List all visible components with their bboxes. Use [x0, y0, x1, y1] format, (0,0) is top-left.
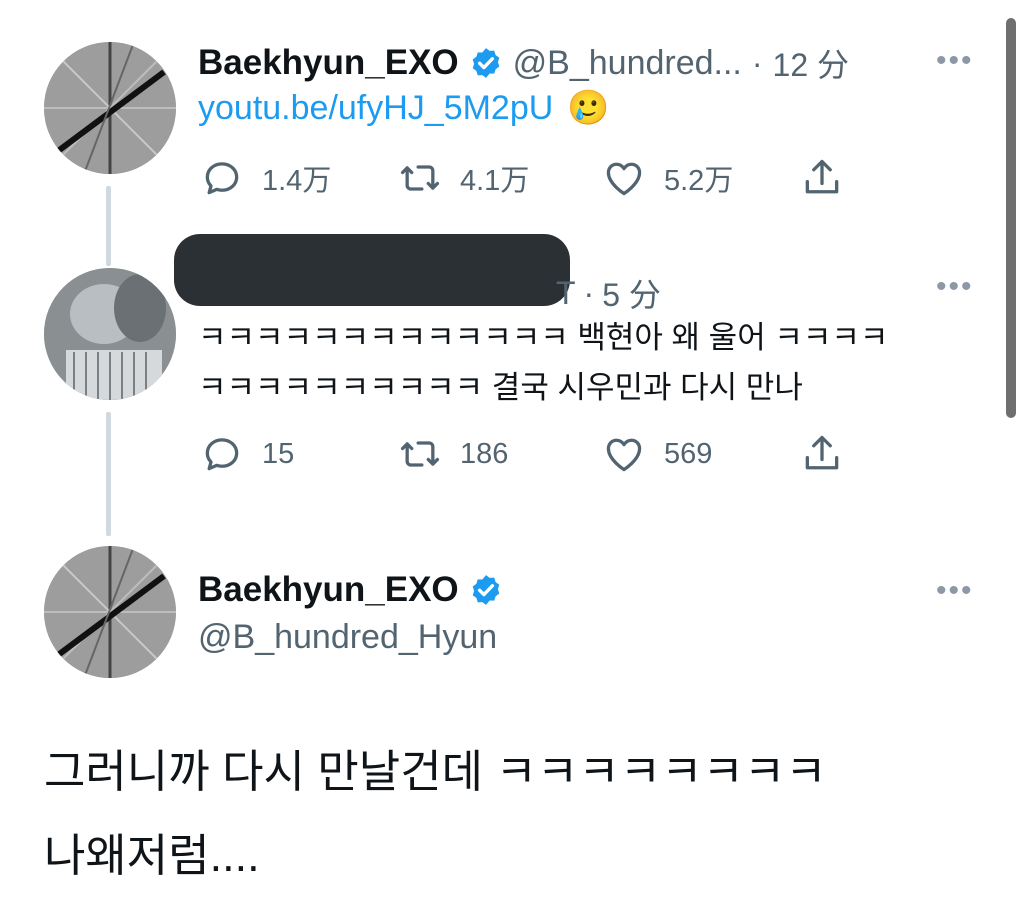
tweet-text-line: ㅋㅋㅋㅋㅋㅋㅋㅋㅋㅋ 결국 시우민과 다시 만나: [198, 370, 803, 405]
tweet-header: Baekhyun_EXO: [198, 570, 503, 610]
author-name[interactable]: Baekhyun_EXO: [198, 570, 459, 610]
emoji: 🥲: [567, 89, 610, 127]
more-options-icon[interactable]: •••: [936, 270, 974, 304]
avatar[interactable]: [44, 546, 176, 678]
share-icon: [805, 159, 839, 194]
tweet-time[interactable]: 12 分: [773, 40, 850, 86]
share-button[interactable]: [800, 432, 844, 476]
reply-count: 15: [262, 437, 295, 470]
author-name[interactable]: Baekhyun_EXO: [198, 43, 459, 83]
verified-badge-icon: [472, 48, 499, 78]
author-handle[interactable]: @B_hundred...: [513, 44, 742, 83]
share-button[interactable]: [800, 156, 844, 200]
tweet-content: youtu.be/ufyHJ_5M2pU 🥲: [198, 88, 610, 128]
tweet-text-line: 그러니까 다시 만날건데 ㅋㅋㅋㅋㅋㅋㅋㅋ: [44, 746, 827, 797]
thread-connector-line: [106, 186, 111, 266]
tweet-text-line: 나왜저럼....: [44, 830, 260, 881]
retweet-button[interactable]: 186: [398, 432, 508, 476]
tweet-text-line: ㅋㅋㅋㅋㅋㅋㅋㅋㅋㅋㅋㅋㅋ 백현아 왜 울어 ㅋㅋㅋㅋ: [198, 320, 889, 355]
reply-count: 1.4万: [262, 165, 332, 197]
like-button[interactable]: 569: [602, 432, 712, 476]
tweet-header: Baekhyun_EXO @B_hundred... · 12 分: [198, 40, 849, 86]
like-button[interactable]: 5.2万: [602, 156, 733, 200]
author-handle[interactable]: @B_hundred_Hyun: [198, 618, 497, 657]
retweet-button[interactable]: 4.1万: [398, 156, 529, 200]
more-options-icon[interactable]: •••: [936, 574, 974, 608]
reply-button[interactable]: 15: [200, 432, 294, 476]
share-icon: [805, 435, 839, 470]
redaction-bar: [174, 234, 570, 306]
more-options-icon[interactable]: •••: [936, 44, 974, 78]
scrollbar[interactable]: [1006, 18, 1016, 418]
reply-icon: [205, 162, 239, 195]
like-count: 5.2万: [664, 165, 734, 197]
like-count: 569: [664, 437, 713, 470]
thread-connector-line: [106, 412, 111, 536]
tweet-header: T · 5 分: [556, 270, 661, 316]
verified-badge-icon: [472, 575, 499, 605]
like-icon: [606, 162, 642, 196]
reply-button[interactable]: 1.4万: [200, 156, 331, 200]
like-icon: [606, 438, 642, 472]
retweet-icon: [400, 165, 440, 191]
separator-dot: ·: [583, 274, 595, 311]
separator-dot: ·: [751, 44, 763, 81]
reply-icon: [205, 438, 239, 471]
author-handle-tail[interactable]: T: [556, 275, 576, 312]
retweet-count: 186: [460, 437, 509, 470]
retweet-icon: [400, 441, 440, 467]
avatar[interactable]: [44, 268, 176, 400]
avatar[interactable]: [44, 42, 176, 174]
youtube-link[interactable]: youtu.be/ufyHJ_5M2pU: [198, 89, 553, 128]
tweet-time[interactable]: 5 分: [602, 270, 661, 316]
retweet-count: 4.1万: [460, 165, 530, 197]
